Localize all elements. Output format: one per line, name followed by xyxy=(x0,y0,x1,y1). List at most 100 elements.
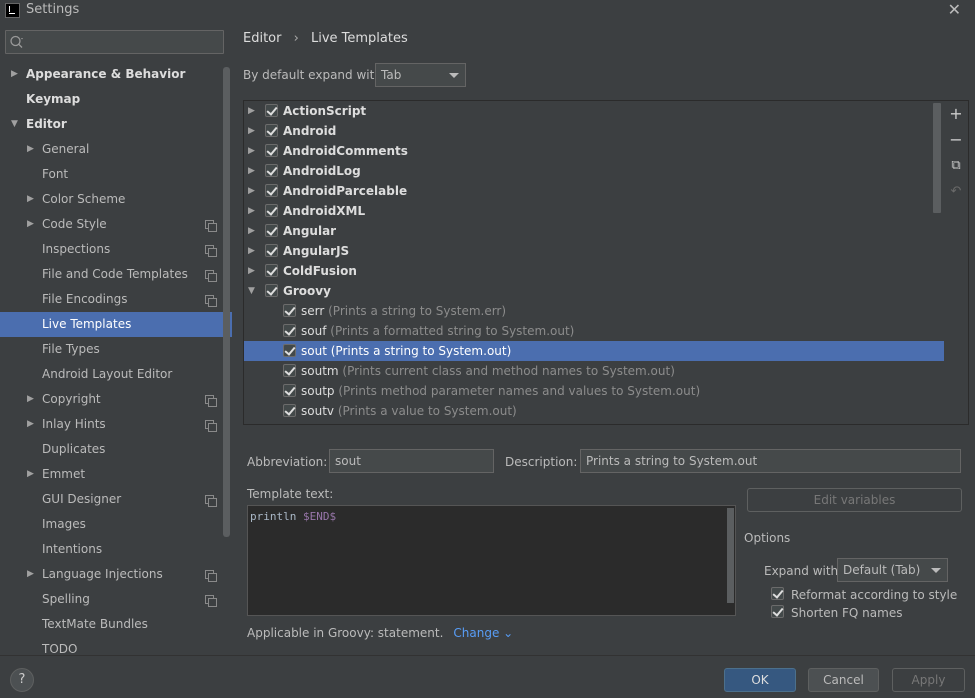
template-group-row[interactable]: ▶ Angular xyxy=(244,221,944,241)
breadcrumb-editor[interactable]: Editor xyxy=(243,31,281,46)
sidebar-item[interactable]: ▶ Appearance & Behavior xyxy=(0,62,232,87)
template-item-checkbox[interactable] xyxy=(283,364,296,377)
sidebar-item[interactable]: ▶ General xyxy=(0,137,232,162)
collapsed-arrow-icon[interactable]: ▶ xyxy=(27,387,37,412)
sidebar-item[interactable]: ▼ Editor xyxy=(0,112,232,137)
template-group-row[interactable]: ▶ AndroidXML xyxy=(244,201,944,221)
template-item-checkbox[interactable] xyxy=(283,404,296,417)
sidebar-item[interactable]: Live Templates xyxy=(0,312,232,337)
template-item-row[interactable]: serr (Prints a string to System.err) xyxy=(244,301,944,321)
sidebar-scrollbar[interactable] xyxy=(223,67,230,537)
collapsed-arrow-icon[interactable]: ▶ xyxy=(248,201,255,221)
collapsed-arrow-icon[interactable]: ▶ xyxy=(27,412,37,437)
template-group-checkbox[interactable] xyxy=(265,284,278,297)
template-text-editor[interactable]: println $END$ xyxy=(247,505,736,616)
collapsed-arrow-icon[interactable]: ▶ xyxy=(27,187,37,212)
sidebar-item[interactable]: File and Code Templates xyxy=(0,262,232,287)
expanded-arrow-icon[interactable]: ▼ xyxy=(11,112,21,137)
collapsed-arrow-icon[interactable]: ▶ xyxy=(248,161,255,181)
template-item-row[interactable]: soutm (Prints current class and method n… xyxy=(244,361,944,381)
sidebar-item[interactable]: Inspections xyxy=(0,237,232,262)
expand-with-dropdown[interactable]: Default (Tab) xyxy=(837,558,948,582)
collapsed-arrow-icon[interactable]: ▶ xyxy=(27,212,37,237)
sidebar-item[interactable]: Keymap xyxy=(0,87,232,112)
sidebar-item[interactable]: ▶ Language Injections xyxy=(0,562,232,587)
template-group-checkbox[interactable] xyxy=(265,164,278,177)
close-icon[interactable]: ✕ xyxy=(948,0,961,19)
collapsed-arrow-icon[interactable]: ▶ xyxy=(248,101,255,121)
template-group-checkbox[interactable] xyxy=(265,124,278,137)
template-group-checkbox[interactable] xyxy=(265,244,278,257)
sidebar-item[interactable]: ▶ Copyright xyxy=(0,387,232,412)
collapsed-arrow-icon[interactable]: ▶ xyxy=(248,121,255,141)
template-group-row[interactable]: ▶ AndroidLog xyxy=(244,161,944,181)
template-group-row[interactable]: ▼ Groovy xyxy=(244,281,944,301)
change-context-link[interactable]: Change ⌄ xyxy=(453,626,513,640)
add-icon[interactable]: + xyxy=(949,106,963,122)
collapsed-arrow-icon[interactable]: ▶ xyxy=(27,137,37,162)
template-item-checkbox[interactable] xyxy=(283,324,296,337)
template-item-checkbox[interactable] xyxy=(283,384,296,397)
template-group-row[interactable]: ▶ AngularJS xyxy=(244,241,944,261)
template-item-row[interactable]: soutp (Prints method parameter names and… xyxy=(244,381,944,401)
templates-scrollbar[interactable] xyxy=(933,103,941,213)
search-input[interactable] xyxy=(5,30,224,54)
template-group-row[interactable]: ▶ ActionScript xyxy=(244,101,944,121)
apply-button[interactable]: Apply xyxy=(892,668,965,692)
template-group-row[interactable]: ▶ AndroidComments xyxy=(244,141,944,161)
expanded-arrow-icon[interactable]: ▼ xyxy=(248,281,255,301)
collapsed-arrow-icon[interactable]: ▶ xyxy=(248,181,255,201)
template-item-checkbox[interactable] xyxy=(283,304,296,317)
collapsed-arrow-icon[interactable]: ▶ xyxy=(27,462,37,487)
template-group-row[interactable]: ▶ Android xyxy=(244,121,944,141)
sidebar-item[interactable]: Intentions xyxy=(0,537,232,562)
template-item-row[interactable]: soutv (Prints a value to System.out) xyxy=(244,401,944,421)
sidebar-item[interactable]: ▶ Inlay Hints xyxy=(0,412,232,437)
abbreviation-field[interactable]: sout xyxy=(329,449,494,473)
template-group-checkbox[interactable] xyxy=(265,224,278,237)
sidebar-item[interactable]: File Types xyxy=(0,337,232,362)
sidebar-item[interactable]: ▶ Emmet xyxy=(0,462,232,487)
sidebar-item[interactable]: Duplicates xyxy=(0,437,232,462)
template-item-row[interactable]: souf (Prints a formatted string to Syste… xyxy=(244,321,944,341)
editor-scrollbar[interactable] xyxy=(727,508,734,603)
sidebar-item[interactable]: GUI Designer xyxy=(0,487,232,512)
template-item-checkbox[interactable] xyxy=(283,344,296,357)
sidebar-item[interactable]: Font xyxy=(0,162,232,187)
collapsed-arrow-icon[interactable]: ▶ xyxy=(248,141,255,161)
template-group-checkbox[interactable] xyxy=(265,264,278,277)
ok-button[interactable]: OK xyxy=(724,668,796,692)
shorten-fq-checkbox[interactable] xyxy=(771,605,784,618)
shorten-fq-label[interactable]: Shorten FQ names xyxy=(791,606,902,620)
collapsed-arrow-icon[interactable]: ▶ xyxy=(248,261,255,281)
sidebar-item[interactable]: TODO xyxy=(0,637,232,655)
collapsed-arrow-icon[interactable]: ▶ xyxy=(248,241,255,261)
restore-icon[interactable]: ↶ xyxy=(949,185,963,199)
template-group-checkbox[interactable] xyxy=(265,104,278,117)
template-item-row[interactable]: sout (Prints a string to System.out) xyxy=(244,341,944,361)
sidebar-item[interactable]: ▶ Code Style xyxy=(0,212,232,237)
remove-icon[interactable]: − xyxy=(949,132,963,148)
template-group-checkbox[interactable] xyxy=(265,204,278,217)
description-field[interactable]: Prints a string to System.out xyxy=(580,449,961,473)
template-group-checkbox[interactable] xyxy=(265,144,278,157)
edit-variables-button[interactable]: Edit variables xyxy=(747,488,962,512)
sidebar-item[interactable]: File Encodings xyxy=(0,287,232,312)
collapsed-arrow-icon[interactable]: ▶ xyxy=(248,221,255,241)
copy-icon[interactable]: ⧉ xyxy=(949,159,963,173)
sidebar-item[interactable]: Android Layout Editor xyxy=(0,362,232,387)
template-group-row[interactable]: ▶ ColdFusion xyxy=(244,261,944,281)
collapsed-arrow-icon[interactable]: ▶ xyxy=(27,562,37,587)
cancel-button[interactable]: Cancel xyxy=(808,668,879,692)
sidebar-item[interactable]: ▶ Color Scheme xyxy=(0,187,232,212)
template-group-checkbox[interactable] xyxy=(265,184,278,197)
collapsed-arrow-icon[interactable]: ▶ xyxy=(11,62,21,87)
sidebar-item[interactable]: TextMate Bundles xyxy=(0,612,232,637)
sidebar-item[interactable]: Spelling xyxy=(0,587,232,612)
sidebar-item[interactable]: Images xyxy=(0,512,232,537)
reformat-checkbox[interactable] xyxy=(771,587,784,600)
help-icon[interactable]: ? xyxy=(10,668,34,692)
template-group-row[interactable]: ▶ AndroidParcelable xyxy=(244,181,944,201)
expand-default-dropdown[interactable]: Tab xyxy=(375,63,466,87)
reformat-label[interactable]: Reformat according to style xyxy=(791,588,957,602)
